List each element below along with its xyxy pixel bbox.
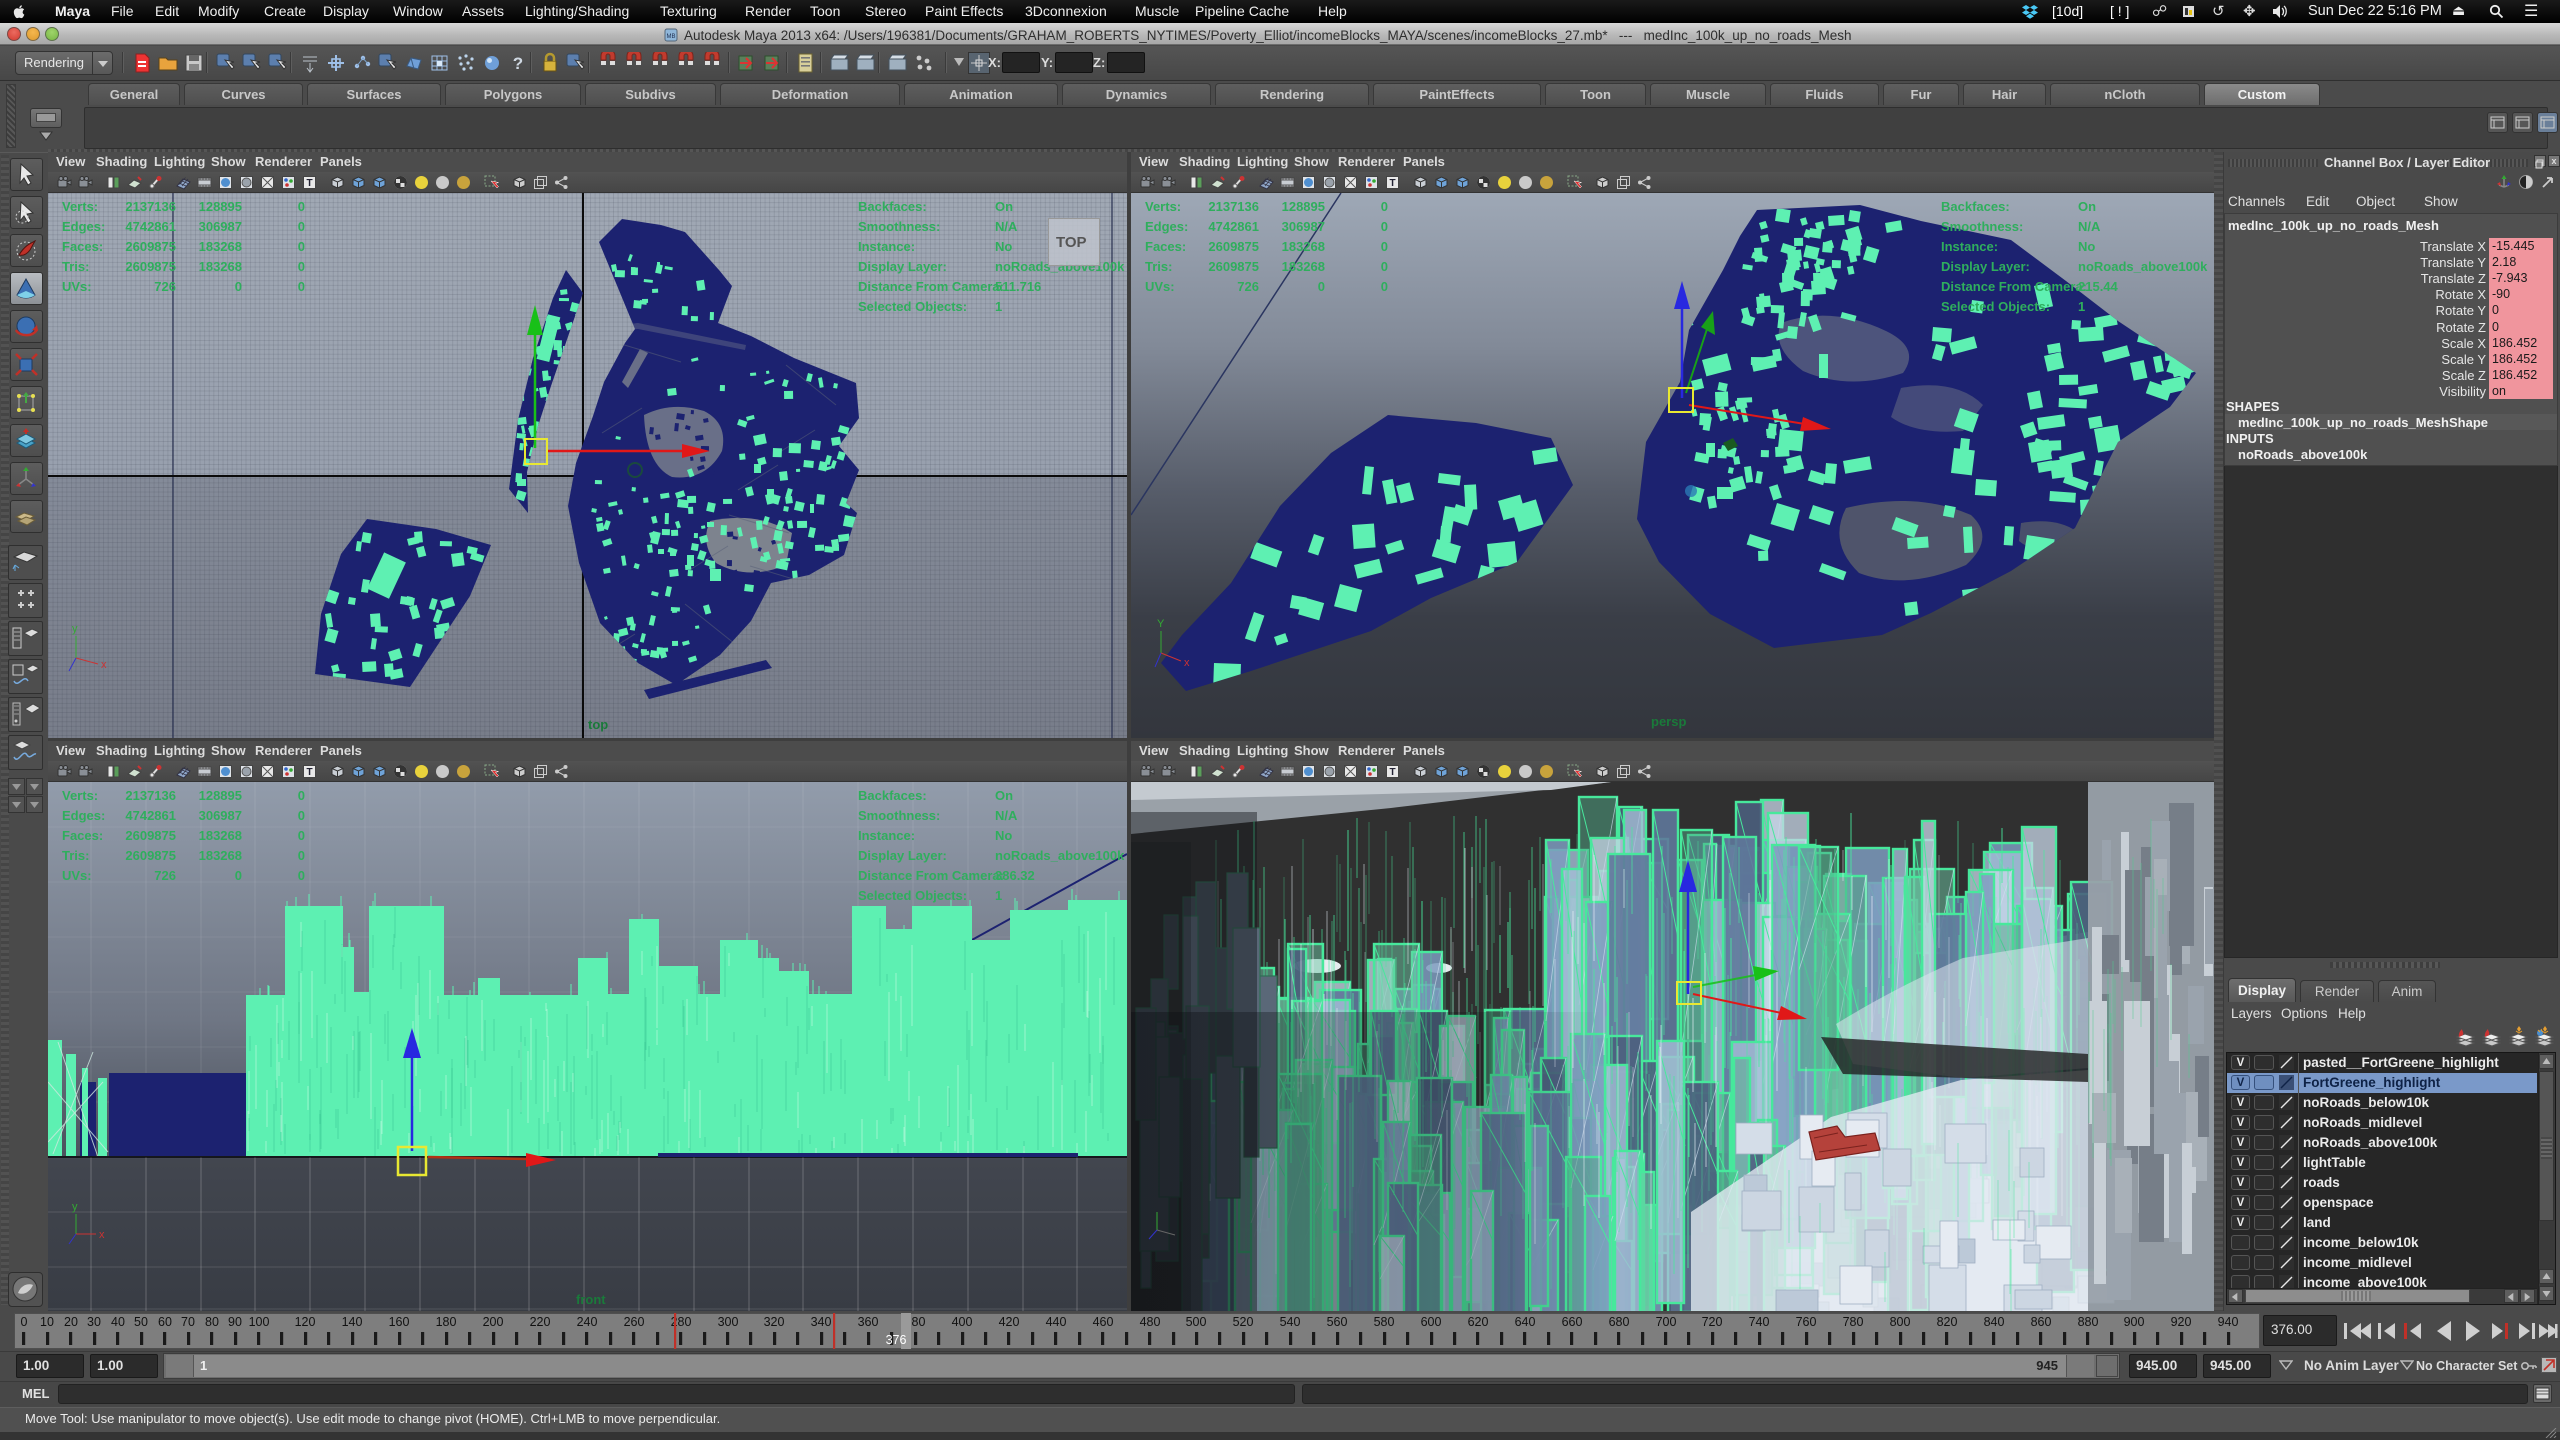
- svg-text:320: 320: [764, 1315, 785, 1329]
- svg-text:400: 400: [952, 1315, 973, 1329]
- svg-text:920: 920: [2171, 1315, 2192, 1329]
- svg-text:560: 560: [1327, 1315, 1348, 1329]
- svg-text:T: T: [306, 767, 312, 778]
- svg-text:y: y: [72, 623, 78, 635]
- svg-text:220: 220: [530, 1315, 551, 1329]
- svg-text:260: 260: [624, 1315, 645, 1329]
- svg-text:880: 880: [2078, 1315, 2099, 1329]
- svg-text:820: 820: [1937, 1315, 1958, 1329]
- svg-text:660: 660: [1562, 1315, 1583, 1329]
- svg-text:40: 40: [111, 1315, 125, 1329]
- svg-text:240: 240: [577, 1315, 598, 1329]
- svg-text:420: 420: [999, 1315, 1020, 1329]
- svg-text:640: 640: [1515, 1315, 1536, 1329]
- svg-text:620: 620: [1468, 1315, 1489, 1329]
- svg-text:0: 0: [21, 1315, 28, 1329]
- svg-text:20: 20: [64, 1315, 78, 1329]
- svg-text:120: 120: [295, 1315, 316, 1329]
- svg-text:520: 520: [1233, 1315, 1254, 1329]
- svg-text:540: 540: [1280, 1315, 1301, 1329]
- svg-text:760: 760: [1796, 1315, 1817, 1329]
- svg-text:x: x: [1184, 657, 1190, 669]
- svg-text:300: 300: [718, 1315, 739, 1329]
- svg-text:480: 480: [1140, 1315, 1161, 1329]
- svg-text:80: 80: [205, 1315, 219, 1329]
- svg-text:360: 360: [858, 1315, 879, 1329]
- svg-text:900: 900: [2124, 1315, 2145, 1329]
- svg-text:580: 580: [1374, 1315, 1395, 1329]
- svg-text:440: 440: [1046, 1315, 1067, 1329]
- svg-text:front: front: [576, 1292, 606, 1307]
- svg-text:x: x: [99, 1229, 105, 1241]
- svg-text:860: 860: [2031, 1315, 2052, 1329]
- svg-text:800: 800: [1890, 1315, 1911, 1329]
- svg-text:376: 376: [886, 1333, 907, 1347]
- svg-text:Y: Y: [1157, 618, 1165, 630]
- svg-text:T: T: [1389, 767, 1395, 778]
- svg-text:50: 50: [134, 1315, 148, 1329]
- svg-text:680: 680: [1609, 1315, 1630, 1329]
- svg-text:x: x: [101, 659, 107, 671]
- svg-text:?: ?: [513, 54, 523, 73]
- svg-text:460: 460: [1093, 1315, 1114, 1329]
- svg-text:70: 70: [181, 1315, 195, 1329]
- svg-text:840: 840: [1984, 1315, 2005, 1329]
- svg-text:MB: MB: [667, 34, 676, 40]
- svg-text:500: 500: [1186, 1315, 1207, 1329]
- svg-text:T: T: [306, 178, 312, 189]
- svg-text:160: 160: [389, 1315, 410, 1329]
- svg-text:340: 340: [811, 1315, 832, 1329]
- svg-text:940: 940: [2218, 1315, 2239, 1329]
- svg-text:740: 740: [1749, 1315, 1770, 1329]
- svg-text:200: 200: [483, 1315, 504, 1329]
- svg-text:140: 140: [342, 1315, 363, 1329]
- svg-text:600: 600: [1421, 1315, 1442, 1329]
- svg-text:780: 780: [1843, 1315, 1864, 1329]
- svg-text:280: 280: [671, 1315, 692, 1329]
- svg-text:30: 30: [87, 1315, 101, 1329]
- svg-text:100: 100: [249, 1315, 270, 1329]
- svg-text:persp: persp: [1651, 714, 1686, 729]
- svg-text:y: y: [72, 1201, 78, 1213]
- svg-text:T: T: [1389, 178, 1395, 189]
- svg-text:720: 720: [1702, 1315, 1723, 1329]
- svg-text:top: top: [588, 717, 608, 732]
- svg-text:10: 10: [40, 1315, 54, 1329]
- svg-text:60: 60: [158, 1315, 172, 1329]
- svg-text:90: 90: [228, 1315, 242, 1329]
- svg-text:700: 700: [1656, 1315, 1677, 1329]
- svg-text:180: 180: [436, 1315, 457, 1329]
